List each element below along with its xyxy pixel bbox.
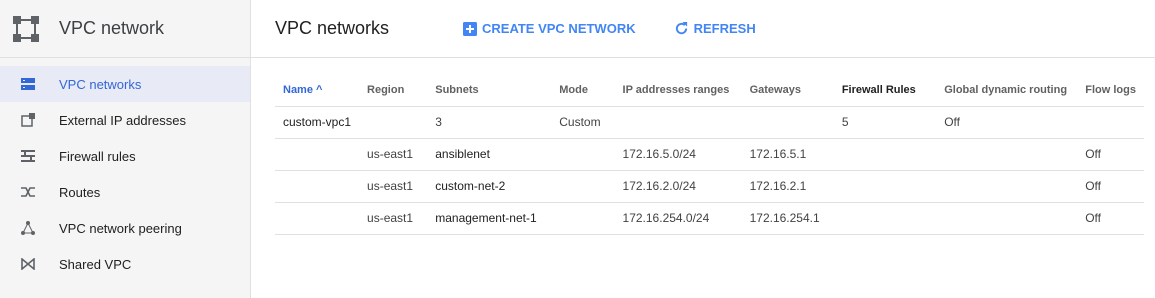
sidebar-item-vpc-peering[interactable]: VPC network peering bbox=[0, 210, 250, 246]
table-cell: Off bbox=[1077, 170, 1144, 203]
table-row: custom-vpc1 3 Custom 5 Off bbox=[275, 106, 1144, 139]
table-cell: us-east1 bbox=[359, 202, 428, 235]
page-title: VPC networks bbox=[275, 18, 390, 38]
table-cell: Off bbox=[1077, 138, 1144, 171]
sidebar-item-label: VPC networks bbox=[59, 76, 142, 92]
table-row: us-east1 ansiblenet 172.16.5.0/24 172.16… bbox=[275, 138, 1144, 171]
column-header-region[interactable]: Region bbox=[359, 74, 428, 107]
column-header-flow-logs[interactable]: Flow logs bbox=[1077, 74, 1144, 107]
page-header: VPC networks CREATE VPC NETWORK REFRESH bbox=[251, 0, 1155, 58]
column-header-gateways[interactable]: Gateways bbox=[741, 74, 834, 107]
sidebar-item-firewall-rules[interactable]: Firewall rules bbox=[0, 138, 250, 174]
column-header-ip-ranges[interactable]: IP addresses ranges bbox=[614, 74, 742, 107]
table-cell: us-east1 bbox=[359, 170, 428, 203]
subnet-name-link[interactable]: custom-net-2 bbox=[427, 170, 552, 203]
table-cell bbox=[359, 106, 428, 139]
subnet-name-link[interactable]: management-net-1 bbox=[427, 202, 552, 235]
sidebar-item-vpc-networks[interactable]: VPC networks bbox=[0, 66, 250, 102]
table-cell bbox=[936, 202, 1078, 235]
firewall-icon bbox=[20, 148, 36, 164]
main-content: VPC networks CREATE VPC NETWORK REFRESH … bbox=[251, 0, 1155, 298]
table-row: us-east1 management-net-1 172.16.254.0/2… bbox=[275, 202, 1144, 235]
column-header-dynamic-routing[interactable]: Global dynamic routing bbox=[936, 74, 1078, 107]
table-cell: Custom bbox=[551, 106, 615, 139]
table-cell bbox=[551, 138, 615, 171]
table-cell: us-east1 bbox=[359, 138, 428, 171]
table-cell bbox=[551, 170, 615, 203]
column-header-firewall-rules[interactable]: Firewall Rules bbox=[833, 74, 937, 107]
vpc-networks-icon bbox=[20, 76, 36, 92]
table-cell bbox=[275, 138, 360, 171]
sidebar-item-label: Shared VPC bbox=[59, 256, 132, 272]
sidebar-item-label: Firewall rules bbox=[59, 148, 136, 164]
table-cell bbox=[936, 138, 1078, 171]
vpc-network-logo-icon bbox=[13, 15, 39, 42]
table-cell: 3 bbox=[427, 106, 552, 139]
table-cell bbox=[833, 170, 937, 203]
table-cell bbox=[614, 106, 742, 139]
table-cell: 172.16.254.1 bbox=[741, 202, 834, 235]
sidebar-item-label: External IP addresses bbox=[59, 112, 186, 128]
shared-vpc-icon bbox=[20, 256, 36, 272]
table-cell: 172.16.2.0/24 bbox=[614, 170, 742, 203]
table-cell bbox=[275, 202, 360, 235]
firewall-rules-link[interactable]: 5 bbox=[833, 106, 937, 139]
table-cell bbox=[1077, 106, 1144, 139]
product-title: VPC network bbox=[59, 18, 165, 38]
table-cell bbox=[833, 138, 937, 171]
create-vpc-network-label: CREATE VPC NETWORK bbox=[482, 21, 636, 36]
sidebar-item-shared-vpc[interactable]: Shared VPC bbox=[0, 246, 250, 282]
table-cell bbox=[275, 170, 360, 203]
sort-ascending-icon: ^ bbox=[315, 83, 323, 96]
column-header-name[interactable]: Name ^ bbox=[275, 74, 360, 107]
table-cell: 172.16.2.1 bbox=[741, 170, 834, 203]
table-cell bbox=[551, 202, 615, 235]
refresh-icon bbox=[675, 21, 687, 35]
create-vpc-network-button[interactable]: CREATE VPC NETWORK bbox=[463, 21, 636, 36]
refresh-label: REFRESH bbox=[693, 21, 756, 36]
routes-icon bbox=[20, 184, 36, 200]
sidebar-item-routes[interactable]: Routes bbox=[0, 174, 250, 210]
peering-icon bbox=[20, 220, 36, 236]
add-box-icon bbox=[463, 21, 477, 36]
column-header-subnets[interactable]: Subnets bbox=[427, 74, 552, 107]
table-header-row: Name ^ Region Subnets Mode IP addresses r… bbox=[275, 74, 1144, 107]
sidebar-item-external-ip[interactable]: External IP addresses bbox=[0, 102, 250, 138]
table-cell: Off bbox=[936, 106, 1078, 139]
table-row: us-east1 custom-net-2 172.16.2.0/24 172.… bbox=[275, 170, 1144, 203]
refresh-button[interactable]: REFRESH bbox=[674, 21, 756, 36]
table-cell: Off bbox=[1077, 202, 1144, 235]
sidebar-nav: VPC networks External IP addresses Firew… bbox=[0, 66, 250, 282]
table-cell bbox=[833, 202, 937, 235]
table-cell: 172.16.5.0/24 bbox=[614, 138, 742, 171]
sidebar: VPC network VPC networks External IP add… bbox=[0, 0, 251, 298]
table-cell bbox=[741, 106, 834, 139]
vpc-networks-table: Name ^ Region Subnets Mode IP addresses r… bbox=[275, 74, 1144, 235]
table-cell: 172.16.5.1 bbox=[741, 138, 834, 171]
network-name-link[interactable]: custom-vpc1 bbox=[275, 106, 360, 139]
table-cell: 172.16.254.0/24 bbox=[614, 202, 742, 235]
column-header-mode[interactable]: Mode bbox=[551, 74, 615, 107]
table-cell bbox=[936, 170, 1078, 203]
sidebar-item-label: VPC network peering bbox=[59, 220, 182, 236]
subnet-name-link[interactable]: ansiblenet bbox=[427, 138, 552, 171]
external-ip-icon bbox=[20, 112, 36, 128]
sidebar-item-label: Routes bbox=[59, 184, 101, 200]
sidebar-header: VPC network bbox=[0, 0, 250, 58]
